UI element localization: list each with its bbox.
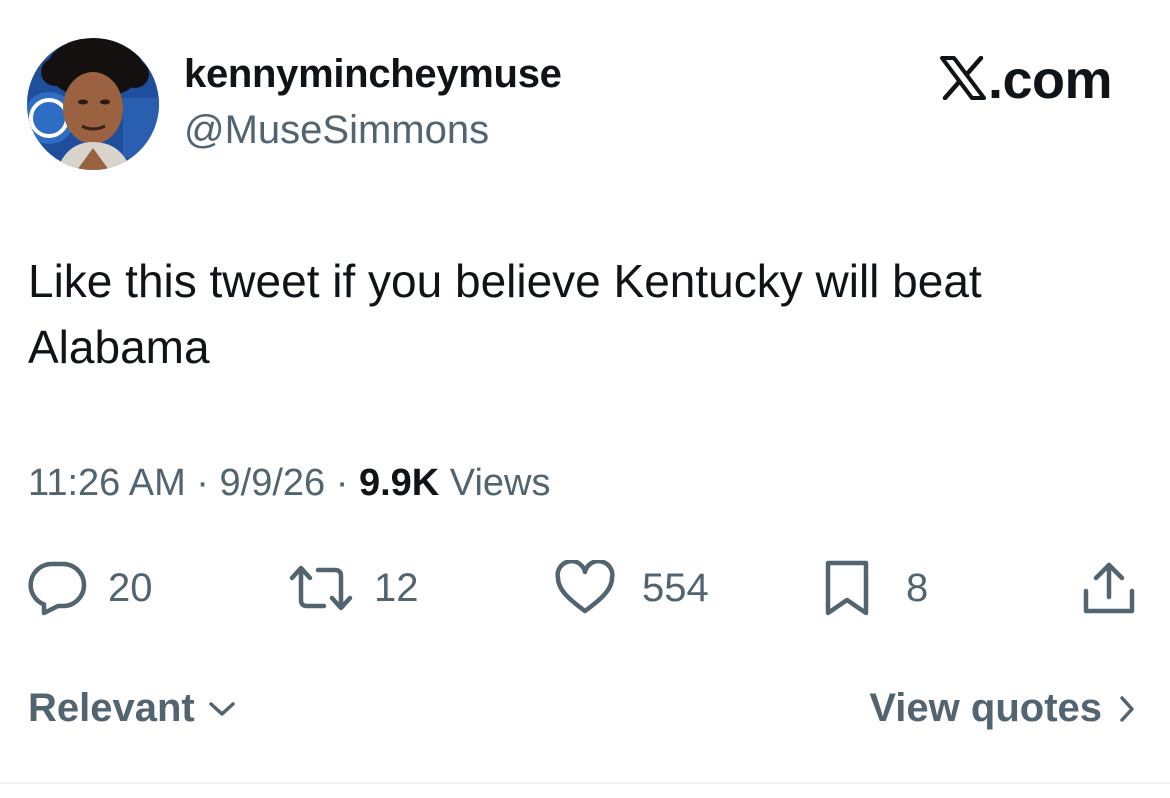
like-button[interactable]: 554 xyxy=(554,556,709,620)
views-label: Views xyxy=(439,462,551,504)
reply-count: 20 xyxy=(108,565,153,610)
x-logo-icon xyxy=(939,55,986,105)
view-quotes-label: View quotes xyxy=(869,686,1102,730)
repost-icon xyxy=(286,560,356,616)
brand-logo: .com xyxy=(939,50,1113,110)
tweet-time[interactable]: 11:26 AM xyxy=(28,462,186,504)
meta-separator: · xyxy=(325,462,359,504)
bookmark-count: 8 xyxy=(906,565,929,610)
reply-button[interactable]: 20 xyxy=(28,556,153,620)
chevron-down-icon xyxy=(207,699,237,719)
view-quotes-link[interactable]: View quotes xyxy=(869,686,1136,731)
action-bar: 20 12 554 8 xyxy=(0,556,1170,620)
sort-label: Relevant xyxy=(28,686,195,730)
reply-icon xyxy=(28,560,88,616)
author-handle[interactable]: @MuseSimmons xyxy=(184,108,489,153)
meta-separator: · xyxy=(185,462,220,504)
tweet-meta: 11:26 AM · 9/9/26 · 9.9K Views xyxy=(28,462,550,505)
share-icon xyxy=(1080,559,1138,617)
views-count: 9.9K xyxy=(358,462,440,504)
repost-count: 12 xyxy=(374,565,419,610)
tweet-date[interactable]: 9/9/26 xyxy=(220,462,326,504)
author-display-name[interactable]: kennymincheymuse xyxy=(184,52,562,97)
share-button[interactable] xyxy=(1080,556,1138,620)
bookmark-button[interactable]: 8 xyxy=(822,556,928,620)
avatar[interactable] xyxy=(27,38,159,170)
bookmark-icon xyxy=(822,559,872,617)
repost-button[interactable]: 12 xyxy=(286,556,419,620)
chevron-right-icon xyxy=(1118,694,1136,724)
sort-replies-dropdown[interactable]: Relevant xyxy=(28,686,237,731)
avatar-image xyxy=(27,38,159,170)
heart-icon xyxy=(554,560,616,616)
like-count: 554 xyxy=(642,565,709,610)
tweet-text: Like this tweet if you believe Kentucky … xyxy=(28,255,982,373)
divider xyxy=(0,782,1170,784)
brand-label: .com xyxy=(987,50,1113,110)
